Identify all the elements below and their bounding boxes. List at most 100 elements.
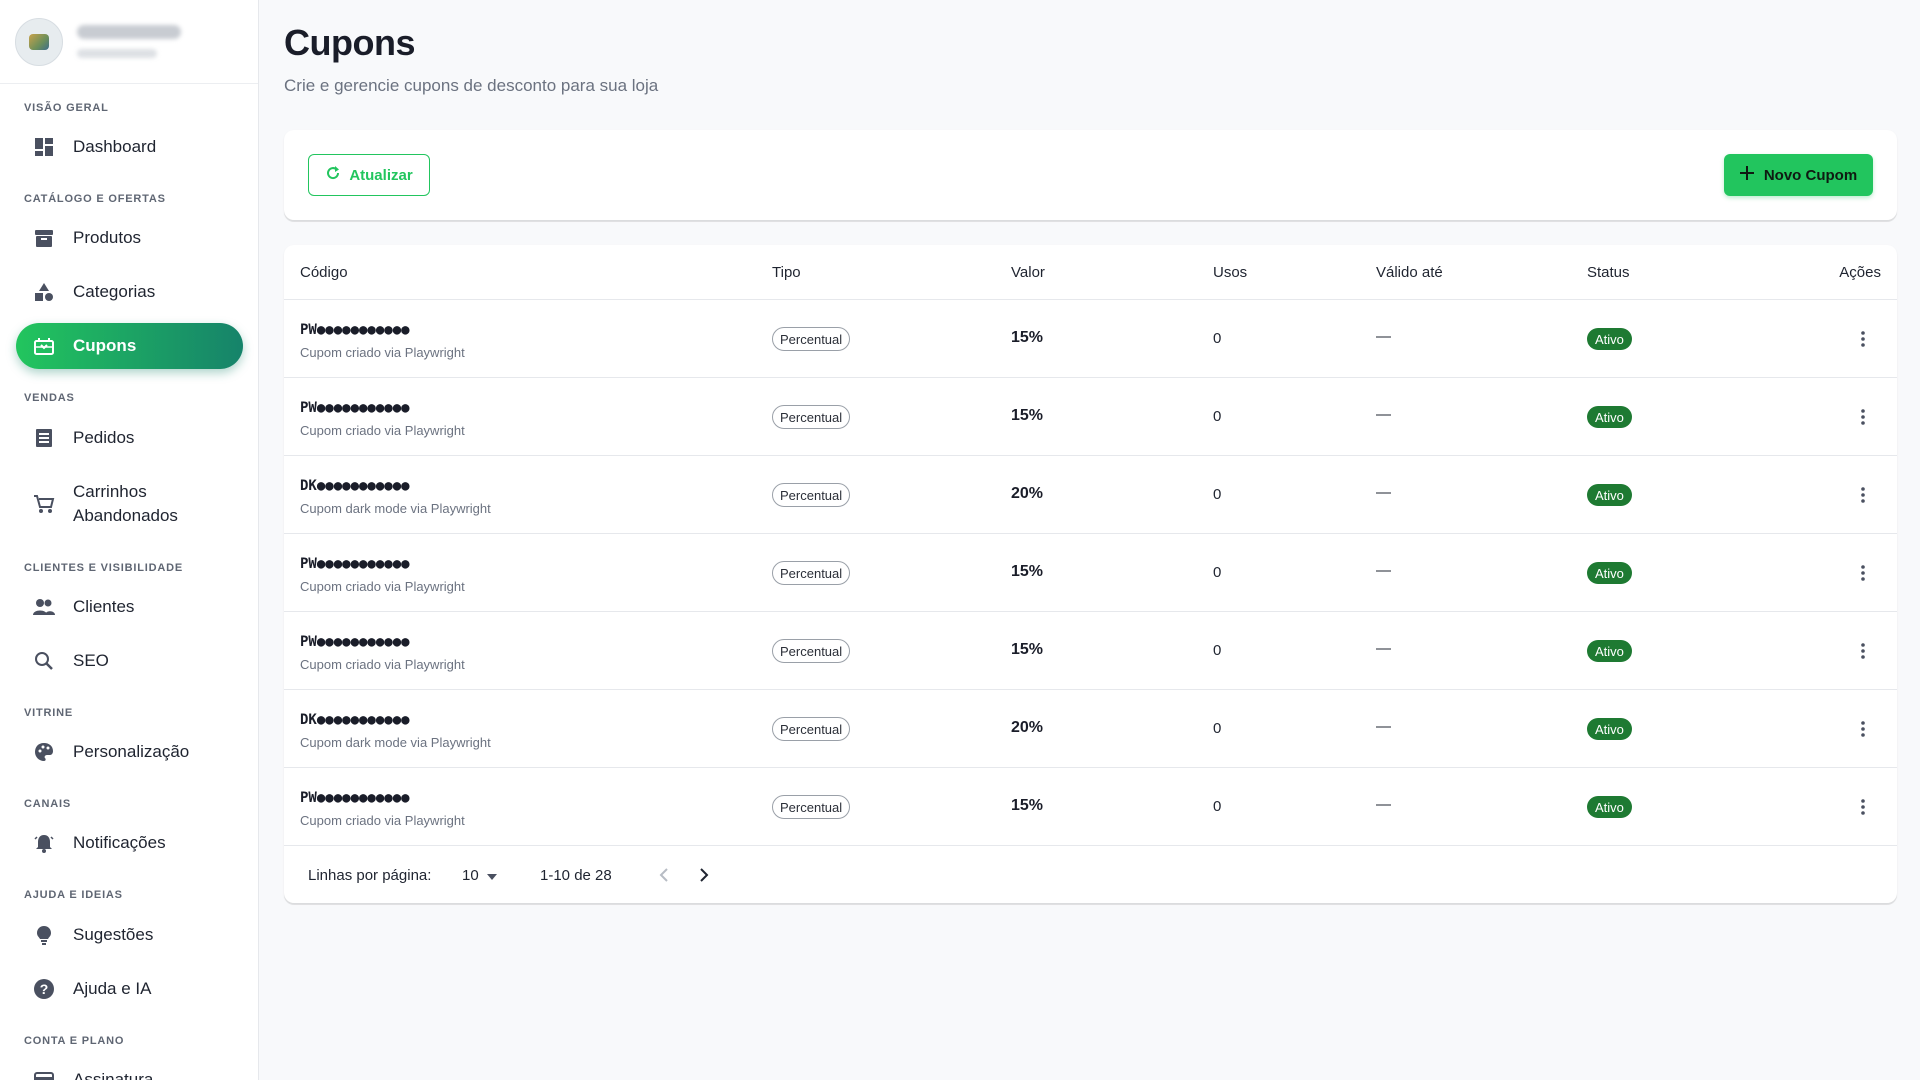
coupon-uses: 0 (1213, 486, 1222, 503)
chevron-left-icon[interactable] (652, 863, 676, 887)
rows-per-page-value: 10 (462, 866, 479, 884)
section-label: CLIENTES E VISIBILIDADE (24, 562, 183, 574)
table-header: Código Tipo Valor Usos Válido até Status… (284, 245, 1897, 300)
table-row[interactable]: DK●●●●●●●●●●● Cupom dark mode via Playwr… (284, 456, 1897, 534)
rows-per-page-select[interactable]: 10 (462, 867, 497, 884)
sidebar-item-label: Categorias (73, 282, 156, 301)
column-header-codigo[interactable]: Código (300, 264, 348, 281)
caret-down-icon (486, 867, 497, 884)
sidebar-item-produtos[interactable]: Produtos (16, 215, 243, 261)
table-row[interactable]: PW●●●●●●●●●●● Cupom criado via Playwrigh… (284, 768, 1897, 846)
refresh-button[interactable]: Atualizar (308, 154, 430, 196)
section-label: AJUDA E IDEIAS (24, 889, 123, 901)
refresh-icon (325, 165, 341, 185)
sidebar-item-personalizacao[interactable]: Personalização (16, 729, 243, 775)
sidebar-item-label: Clientes (73, 597, 135, 616)
new-coupon-button[interactable]: Novo Cupom (1724, 154, 1873, 196)
coupon-code: PW●●●●●●●●●●● (300, 634, 410, 650)
sidebar-item-dashboard[interactable]: Dashboard (16, 124, 243, 170)
people-icon (33, 596, 55, 618)
sidebar-item-label: Cupons (73, 336, 137, 355)
more-vert-icon[interactable] (1851, 639, 1875, 663)
bell-icon (33, 832, 55, 854)
coupon-code: DK●●●●●●●●●●● (300, 712, 410, 728)
type-chip: Percentual (772, 405, 851, 429)
status-badge: Ativo (1587, 562, 1632, 584)
coupon-valid-until: — (1376, 562, 1391, 579)
chevron-right-icon[interactable] (692, 863, 716, 887)
sidebar-item-label: Produtos (73, 228, 142, 247)
coupon-value: 15% (1011, 563, 1044, 580)
coupon-code: PW●●●●●●●●●●● (300, 322, 410, 338)
more-vert-icon[interactable] (1851, 561, 1875, 585)
table-row[interactable]: PW●●●●●●●●●●● Cupom criado via Playwrigh… (284, 612, 1897, 690)
column-header-valido-ate[interactable]: Válido até (1376, 264, 1443, 281)
sidebar-item-sugestoes[interactable]: Sugestões (16, 912, 243, 958)
store-profile[interactable] (0, 0, 258, 84)
column-header-tipo[interactable]: Tipo (772, 264, 801, 281)
sidebar-item-label: Sugestões (73, 925, 154, 944)
coupons-table: Código Tipo Valor Usos Válido até Status… (284, 245, 1897, 903)
section-label: VENDAS (24, 392, 75, 404)
coupon-description: Cupom criado via Playwright (300, 813, 465, 828)
coupon-valid-until: — (1376, 484, 1391, 501)
type-chip: Percentual (772, 561, 851, 585)
coupon-code: PW●●●●●●●●●●● (300, 400, 410, 416)
sidebar-item-label: Notificações (73, 833, 166, 852)
table-row[interactable]: DK●●●●●●●●●●● Cupom dark mode via Playwr… (284, 690, 1897, 768)
coupon-description: Cupom dark mode via Playwright (300, 735, 491, 750)
archive-icon (33, 227, 55, 249)
sidebar-item-carrinhos-abandonados[interactable]: Carrinhos Abandonados (16, 476, 243, 532)
column-header-valor[interactable]: Valor (1011, 264, 1045, 281)
sidebar: VISÃO GERAL Dashboard CATÁLOGO E OFERTAS… (0, 0, 259, 1080)
sidebar-item-pedidos[interactable]: Pedidos (16, 415, 243, 461)
table-row[interactable]: PW●●●●●●●●●●● Cupom criado via Playwrigh… (284, 378, 1897, 456)
status-badge: Ativo (1587, 796, 1632, 818)
column-header-acoes: Ações (1839, 263, 1881, 281)
coupon-uses: 0 (1213, 408, 1222, 425)
new-coupon-label: Novo Cupom (1763, 166, 1858, 184)
more-vert-icon[interactable] (1851, 327, 1875, 351)
toolbar: Atualizar Novo Cupom (284, 130, 1897, 220)
sidebar-item-notificacoes[interactable]: Notificações (16, 820, 243, 866)
sidebar-item-clientes[interactable]: Clientes (16, 584, 243, 630)
section-label: VITRINE (24, 707, 73, 719)
sidebar-item-label: Ajuda e IA (73, 979, 152, 998)
coupon-value: 20% (1011, 719, 1044, 736)
sidebar-item-categorias[interactable]: Categorias (16, 269, 243, 315)
sidebar-item-label: Personalização (73, 742, 190, 761)
sidebar-item-assinatura[interactable]: Assinatura (16, 1057, 243, 1080)
coupon-uses: 0 (1213, 720, 1222, 737)
column-header-status[interactable]: Status (1587, 264, 1630, 281)
sidebar-item-seo[interactable]: SEO (16, 638, 243, 684)
coupon-valid-until: — (1376, 406, 1391, 423)
coupon-valid-until: — (1376, 328, 1391, 345)
table-row[interactable]: PW●●●●●●●●●●● Cupom criado via Playwrigh… (284, 534, 1897, 612)
sidebar-item-label: Pedidos (73, 428, 135, 447)
plus-icon (1739, 166, 1754, 184)
coupon-description: Cupom criado via Playwright (300, 579, 465, 594)
ticket-icon (33, 335, 55, 357)
coupon-valid-until: — (1376, 718, 1391, 735)
table-row[interactable]: PW●●●●●●●●●●● Cupom criado via Playwrigh… (284, 300, 1897, 378)
more-vert-icon[interactable] (1851, 405, 1875, 429)
table-body: PW●●●●●●●●●●● Cupom criado via Playwrigh… (284, 300, 1897, 846)
coupon-value: 15% (1011, 407, 1044, 424)
more-vert-icon[interactable] (1851, 717, 1875, 741)
avatar (15, 17, 63, 66)
status-badge: Ativo (1587, 718, 1632, 740)
svg-text:?: ? (40, 981, 49, 997)
coupon-valid-until: — (1376, 796, 1391, 813)
type-chip: Percentual (772, 483, 851, 507)
coupon-uses: 0 (1213, 642, 1222, 659)
more-vert-icon[interactable] (1851, 483, 1875, 507)
page-range: 1-10 de 28 (540, 866, 612, 884)
coupon-description: Cupom criado via Playwright (300, 345, 465, 360)
coupon-code: PW●●●●●●●●●●● (300, 556, 410, 572)
column-header-usos[interactable]: Usos (1213, 264, 1247, 281)
rows-per-page-label: Linhas por página: (308, 866, 432, 884)
more-vert-icon[interactable] (1851, 795, 1875, 819)
sidebar-item-cupons[interactable]: Cupons (16, 323, 243, 369)
status-badge: Ativo (1587, 484, 1632, 506)
sidebar-item-ajuda-ia[interactable]: ? Ajuda e IA (16, 966, 243, 1012)
